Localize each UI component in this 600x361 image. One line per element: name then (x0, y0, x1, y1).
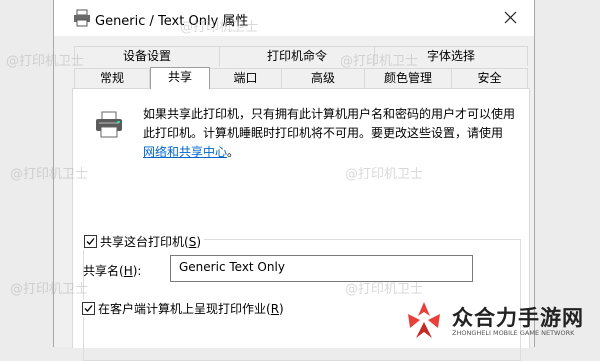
brand-subtitle: ZHONGHELI MOBILE GAME NETWORK (452, 329, 575, 337)
render-jobs-checkbox[interactable] (82, 302, 95, 315)
checkmark-icon (86, 238, 95, 245)
network-sharing-center-link[interactable]: 网络和共享中心 (143, 145, 227, 159)
sharing-info-text: 如果共享此打印机，只有拥有此计算机用户名和密码的用户才可以使用此打印机。计算机睡… (143, 107, 516, 140)
share-printer-checkbox-row[interactable]: 共享这台打印机(S) (81, 233, 204, 250)
share-printer-label: 共享这台打印机(S) (100, 235, 201, 249)
properties-dialog: Generic / Text Only 属性 设备设置 打印机命令 字体选择 常… (53, 0, 535, 361)
brand-logo-icon (408, 302, 440, 338)
tab-security[interactable]: 安全 (452, 68, 528, 88)
sharing-info: 如果共享此打印机，只有拥有此计算机用户名和密码的用户才可以使用此打印机。计算机睡… (143, 105, 515, 162)
site-brand-watermark: 众合力手游网 ZHONGHELI MOBILE GAME NETWORK (402, 296, 598, 346)
sharing-info-suffix: 。 (227, 145, 240, 159)
tab-color-management[interactable]: 颜色管理 (365, 68, 452, 88)
tab-advanced[interactable]: 高级 (282, 68, 365, 88)
share-name-input[interactable]: Generic Text Only (170, 255, 473, 282)
tab-ports[interactable]: 端口 (210, 68, 282, 88)
tab-sharing[interactable]: 共享 (150, 67, 210, 89)
share-name-label: 共享名(H): (83, 264, 142, 278)
title-bar: Generic / Text Only 属性 (54, 0, 534, 36)
tab-row-upper: 设备设置 打印机命令 字体选择 (74, 46, 528, 66)
close-icon (504, 11, 517, 24)
render-jobs-checkbox-row[interactable]: 在客户端计算机上呈现打印作业(R) (82, 300, 284, 317)
brand-name: 众合力手游网 (452, 306, 584, 330)
window-title: Generic / Text Only 属性 (95, 14, 249, 29)
render-jobs-label: 在客户端计算机上呈现打印作业(R) (98, 302, 284, 316)
share-printer-checkbox[interactable] (84, 235, 97, 248)
tab-row-lower: 常规 共享 端口 高级 颜色管理 安全 (74, 67, 528, 89)
printer-icon (74, 9, 90, 27)
close-button[interactable] (488, 0, 534, 36)
tab-font-selection[interactable]: 字体选择 (375, 46, 528, 66)
tab-printer-commands[interactable]: 打印机命令 (220, 46, 375, 66)
shared-printer-icon (96, 111, 122, 138)
tab-general[interactable]: 常规 (74, 68, 150, 88)
tab-device-settings[interactable]: 设备设置 (74, 46, 220, 66)
checkmark-icon (84, 305, 93, 312)
